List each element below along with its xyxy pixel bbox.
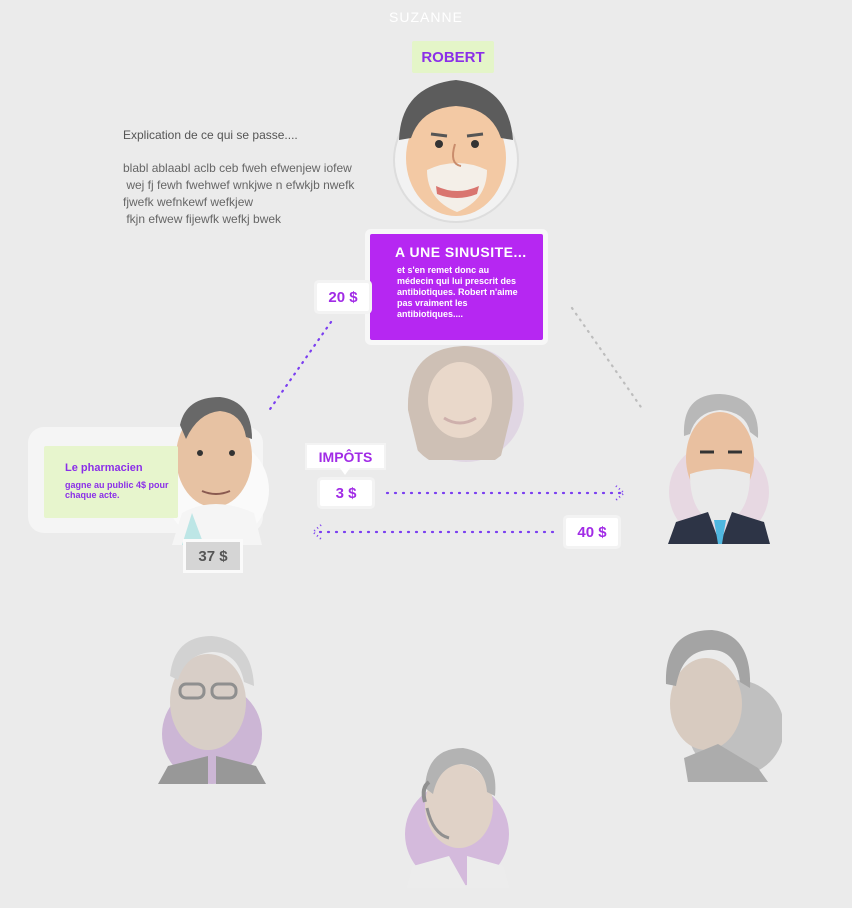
- explanation-line: fjwefk wefnkewf wefkjew: [123, 195, 254, 209]
- suzanne-label: SUZANNE: [389, 9, 463, 25]
- pharmacist-body: gagne au public 4$ pour chaque acte.: [65, 480, 169, 500]
- pharmacist-title: Le pharmacien: [65, 462, 143, 474]
- explanation-text: Explication de ce qui se passe.... blabl…: [123, 127, 383, 228]
- old-man-glasses-avatar[interactable]: [158, 636, 266, 784]
- government-amount-badge: 40 $: [566, 518, 618, 546]
- taxes-amount-badge: 3 $: [320, 480, 372, 506]
- situation-title: A UNE SINUSITE...: [395, 244, 527, 260]
- doctor-to-pharmacist-line: [266, 320, 333, 414]
- robert-name-tag: ROBERT: [412, 41, 494, 73]
- explanation-line: wej fj fewh fwehwef wnkjwe n efwkjb nwef…: [123, 178, 355, 192]
- pharmacist-card: Le pharmacien gagne au public 4$ pour ch…: [44, 446, 178, 518]
- pharmacist-avatar[interactable]: [162, 395, 272, 545]
- situation-card: A UNE SINUSITE... et s'en remet donc au …: [370, 234, 543, 340]
- explanation-title: Explication de ce qui se passe....: [123, 128, 298, 142]
- government-avatar[interactable]: [668, 392, 770, 544]
- doctor-avatar[interactable]: [400, 340, 524, 470]
- pharmacist-total-badge: 37 $: [186, 542, 240, 570]
- taxes-label: IMPÔTS: [307, 445, 384, 475]
- explanation-line: fkjn efwew fijewfk wefkj bwek: [123, 212, 282, 226]
- politician-avatar[interactable]: [658, 628, 782, 782]
- explanation-line: blabl ablaabl aclb ceb fweh efwenjew iof…: [123, 161, 352, 175]
- situation-body: et s'en remet donc au médecin qui lui pr…: [397, 265, 518, 319]
- nurse-avatar[interactable]: [403, 748, 511, 888]
- doctor-fee-badge: 20 $: [317, 283, 369, 311]
- doctor-to-government-line: [570, 306, 645, 412]
- robert-avatar[interactable]: [391, 78, 521, 228]
